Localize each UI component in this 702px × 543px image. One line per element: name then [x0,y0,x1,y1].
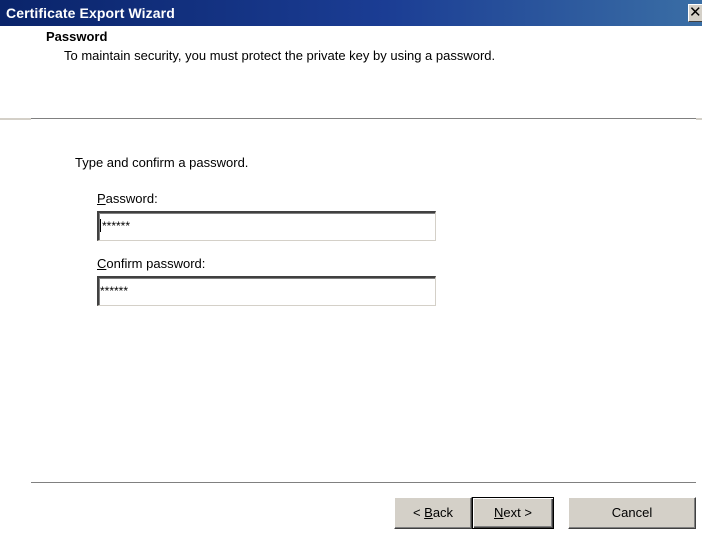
page-subtitle: To maintain security, you must protect t… [64,48,496,63]
password-label-text: assword: [105,191,158,206]
back-button[interactable]: < Back [394,497,472,529]
wizard-body [0,120,702,543]
next-button-label: ext > [503,505,532,520]
next-button-mnemonic: N [494,505,504,520]
footer-divider [31,482,696,484]
password-field-value: ****** [102,219,131,233]
password-field[interactable]: ****** [97,211,436,241]
password-label-mnemonic: P [97,191,106,206]
title-bar[interactable]: Certificate Export Wizard ✕ [0,0,702,26]
certificate-export-wizard-dialog: Certificate Export Wizard ✕ Password To … [0,0,702,543]
close-button[interactable]: ✕ [688,4,702,22]
instruction-text: Type and confirm a password. [75,155,249,170]
confirm-password-label: Confirm password: [97,256,205,271]
cancel-button[interactable]: Cancel [568,497,696,529]
back-button-prefix: < [412,505,425,520]
back-button-mnemonic: B [424,505,433,520]
text-caret [100,219,101,232]
page-title: Password [46,29,108,44]
close-icon: ✕ [689,4,702,21]
next-button[interactable]: Next > [472,497,554,529]
confirm-password-label-text: onfirm password: [106,256,206,271]
confirm-password-field[interactable]: ****** [97,276,436,306]
back-button-label: ack [432,505,454,520]
confirm-password-label-mnemonic: C [97,256,107,271]
window-title: Certificate Export Wizard [6,5,175,21]
confirm-password-field-value: ****** [100,284,129,298]
password-label: Password: [97,191,158,206]
